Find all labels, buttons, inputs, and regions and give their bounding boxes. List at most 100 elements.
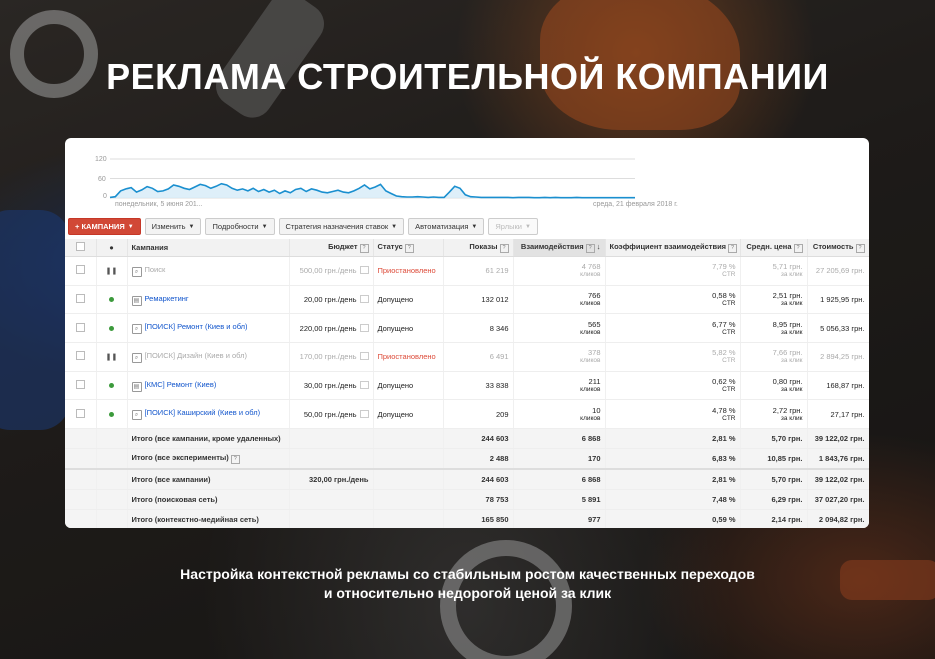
budget-value: 500,00 грн./день bbox=[299, 266, 357, 276]
campaign-link[interactable]: [КМС] Ремонт (Киев) bbox=[145, 380, 217, 389]
interactions-cell: 211 кликов bbox=[513, 371, 606, 401]
col-avg-cost[interactable]: Средн. цена? bbox=[740, 239, 808, 257]
row-select[interactable] bbox=[65, 342, 97, 372]
totals-budget bbox=[289, 489, 374, 511]
row-status-cell[interactable] bbox=[96, 285, 128, 315]
budget-edit-icon[interactable] bbox=[359, 295, 369, 304]
edit-button[interactable]: Изменить ▼ bbox=[144, 218, 202, 235]
rate-unit: CTR bbox=[722, 386, 736, 394]
active-dot-icon[interactable] bbox=[109, 411, 114, 417]
totals-avg-cost: 5,70 грн. bbox=[740, 468, 808, 491]
campaign-link[interactable]: [ПОИСК] Дизайн (Киев и обл) bbox=[145, 351, 248, 360]
help-icon[interactable]: ? bbox=[230, 455, 240, 465]
row-checkbox[interactable] bbox=[75, 322, 85, 332]
cost-cell: 2 894,25 грн. bbox=[807, 342, 869, 372]
select-all-header[interactable] bbox=[65, 239, 97, 257]
campaign-link[interactable]: Ремаркетинг bbox=[145, 294, 189, 303]
campaign-link[interactable]: [ПОИСК] Ремонт (Киев и обл) bbox=[145, 322, 248, 331]
budget-value: 170,00 грн./день bbox=[299, 352, 357, 362]
campaign-cell: ▤ Ремаркетинг bbox=[127, 285, 290, 315]
help-icon[interactable]: ? bbox=[728, 244, 738, 253]
row-checkbox[interactable] bbox=[75, 294, 85, 304]
table-row[interactable]: ▤ [КМС] Ремонт (Киев) 30,00 грн./день Допущ… bbox=[65, 371, 869, 401]
campaign-cell: ⌕ [ПОИСК] Дизайн (Киев и обл) bbox=[127, 342, 290, 372]
table-row[interactable]: ⌕ [ПОИСК] Каширский (Киев и обл) 50,00 грн… bbox=[65, 399, 869, 430]
row-select[interactable] bbox=[65, 399, 97, 430]
help-icon[interactable]: ? bbox=[404, 244, 414, 253]
campaign-link[interactable]: Поиск bbox=[145, 265, 166, 274]
row-select[interactable] bbox=[65, 256, 97, 286]
rate-cell: 7,79 % CTR bbox=[605, 256, 741, 286]
interactions-cell: 378 кликов bbox=[513, 342, 606, 372]
help-icon[interactable]: ? bbox=[585, 244, 595, 253]
col-impressions-label: Показы bbox=[469, 242, 498, 251]
bidding-strategy-button[interactable]: Стратегия назначения ставок ▼ bbox=[278, 218, 405, 235]
active-dot-icon[interactable] bbox=[109, 325, 114, 331]
rate-unit: CTR bbox=[722, 357, 736, 365]
budget-cell[interactable]: 30,00 грн./день bbox=[289, 371, 374, 401]
col-status[interactable]: Статус? bbox=[373, 239, 444, 257]
col-rate[interactable]: Коэффициент взаимодействия? bbox=[605, 239, 741, 257]
totals-avg-cost: 10,85 грн. bbox=[740, 448, 808, 470]
col-impressions[interactable]: Показы? bbox=[443, 239, 514, 257]
budget-cell[interactable]: 500,00 грн./день bbox=[289, 256, 374, 286]
campaign-link[interactable]: [ПОИСК] Каширский (Киев и обл) bbox=[145, 408, 261, 417]
row-checkbox[interactable] bbox=[75, 408, 85, 418]
budget-cell[interactable]: 50,00 грн./день bbox=[289, 399, 374, 430]
help-icon[interactable]: ? bbox=[499, 244, 509, 253]
col-cost-label: Стоимость bbox=[812, 242, 854, 251]
row-status-cell[interactable] bbox=[96, 313, 128, 344]
row-status-cell[interactable]: ❚❚ bbox=[96, 342, 128, 372]
page-title: РЕКЛАМА СТРОИТЕЛЬНОЙ КОМПАНИИ bbox=[106, 56, 829, 97]
row-checkbox[interactable] bbox=[75, 351, 85, 361]
table-row[interactable]: ❚❚ ⌕ [ПОИСК] Дизайн (Киев и обл) 170,00 грн… bbox=[65, 342, 869, 372]
budget-edit-icon[interactable] bbox=[359, 266, 369, 275]
totals-rate: 2,81 % bbox=[605, 428, 741, 450]
help-icon[interactable]: ? bbox=[359, 244, 369, 253]
automation-button[interactable]: Автоматизация ▼ bbox=[408, 218, 485, 235]
empty-cell bbox=[96, 428, 128, 450]
row-select[interactable] bbox=[65, 313, 97, 344]
details-button[interactable]: Подробности ▼ bbox=[205, 218, 275, 235]
budget-edit-icon[interactable] bbox=[359, 323, 369, 332]
totals-row: Итого (контекстно-медийная сеть) 165 850 9… bbox=[65, 509, 869, 528]
pause-icon[interactable]: ❚❚ bbox=[106, 354, 118, 361]
active-dot-icon[interactable] bbox=[109, 383, 114, 389]
active-dot-icon[interactable] bbox=[109, 297, 114, 303]
col-campaign[interactable]: Кампания bbox=[127, 239, 290, 257]
table-row[interactable]: ▤ Ремаркетинг 20,00 грн./день Допущено 132 0… bbox=[65, 285, 869, 315]
row-select[interactable] bbox=[65, 371, 97, 401]
budget-cell[interactable]: 220,00 грн./день bbox=[289, 313, 374, 344]
help-icon[interactable]: ? bbox=[855, 244, 865, 253]
row-checkbox[interactable] bbox=[75, 265, 85, 275]
totals-row: Итого (поисковая сеть) 78 753 5 891 7,48 % 6… bbox=[65, 489, 869, 511]
avg-cost-value: 8,95 грн. bbox=[772, 319, 803, 329]
bidding-label: Стратегия назначения ставок bbox=[285, 222, 389, 231]
row-checkbox[interactable] bbox=[75, 380, 85, 390]
col-avg-cost-label: Средн. цена bbox=[746, 242, 792, 251]
budget-cell[interactable]: 170,00 грн./день bbox=[289, 342, 374, 372]
budget-edit-icon[interactable] bbox=[359, 381, 369, 390]
empty-cell bbox=[96, 509, 128, 528]
help-icon[interactable]: ? bbox=[793, 244, 803, 253]
totals-impressions: 2 488 bbox=[443, 448, 514, 470]
select-all-checkbox[interactable] bbox=[75, 242, 85, 251]
rate-value: 0,62 % bbox=[712, 377, 736, 387]
row-status-cell[interactable] bbox=[96, 399, 128, 430]
budget-cell[interactable]: 20,00 грн./день bbox=[289, 285, 374, 315]
impressions-cell: 6 491 bbox=[443, 342, 514, 372]
pause-icon[interactable]: ❚❚ bbox=[106, 268, 118, 275]
labels-button[interactable]: Ярлыки ▼ bbox=[488, 218, 538, 235]
totals-rate: 7,48 % bbox=[605, 489, 741, 511]
row-select[interactable] bbox=[65, 285, 97, 315]
table-row[interactable]: ⌕ [ПОИСК] Ремонт (Киев и обл) 220,00 грн./… bbox=[65, 313, 869, 344]
col-cost[interactable]: Стоимость? bbox=[807, 239, 869, 257]
budget-edit-icon[interactable] bbox=[359, 352, 369, 361]
row-status-cell[interactable]: ❚❚ bbox=[96, 256, 128, 286]
table-row[interactable]: ❚❚ ⌕ Поиск 500,00 грн./день Приостановлено 61… bbox=[65, 256, 869, 286]
budget-edit-icon[interactable] bbox=[359, 409, 369, 418]
row-status-cell[interactable] bbox=[96, 371, 128, 401]
col-interactions[interactable]: Взаимодействия? ↓ bbox=[513, 239, 606, 257]
add-campaign-button[interactable]: + КАМПАНИЯ ▼ bbox=[68, 218, 141, 235]
col-budget[interactable]: Бюджет? bbox=[289, 239, 374, 257]
